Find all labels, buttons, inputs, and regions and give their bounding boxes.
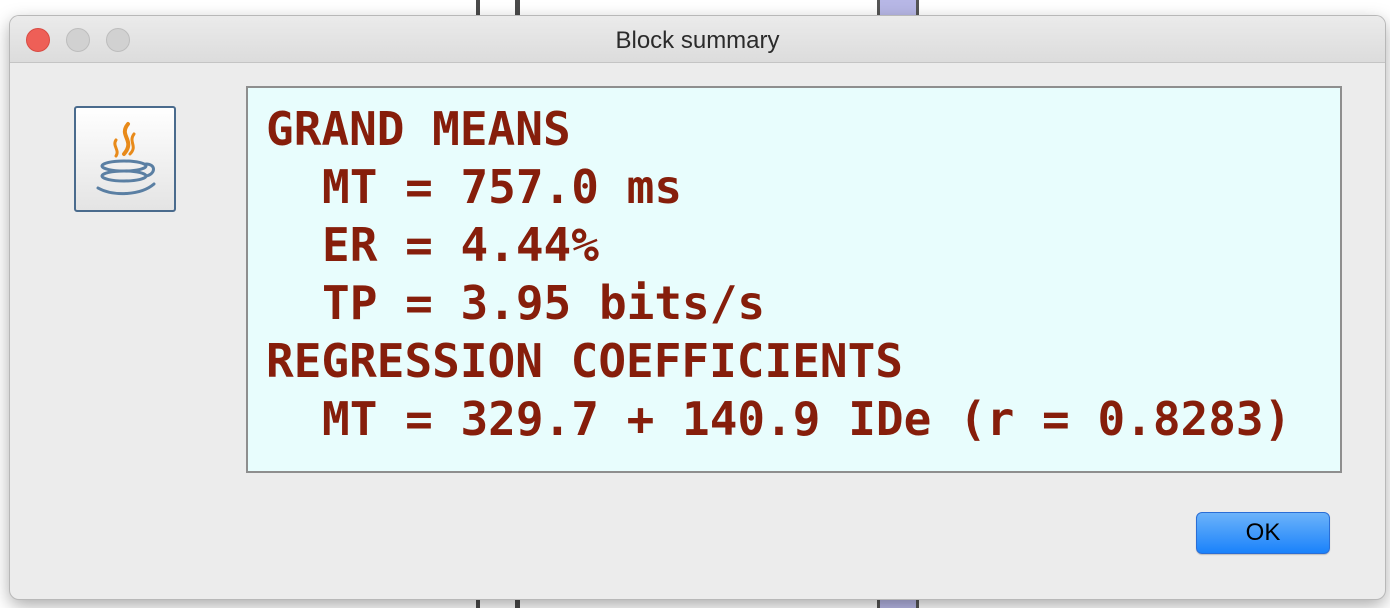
ok-button[interactable]: OK: [1196, 512, 1330, 554]
java-icon: [74, 106, 176, 212]
grand-means-heading: GRAND MEANS: [266, 102, 571, 156]
summary-text-area: GRAND MEANS MT = 757.0 ms ER = 4.44% TP …: [246, 86, 1342, 473]
block-summary-dialog: Block summary GRAND MEANS MT = 757.0 ms …: [10, 16, 1385, 599]
mt-value: MT = 757.0 ms: [322, 160, 683, 214]
summary-text: GRAND MEANS MT = 757.0 ms ER = 4.44% TP …: [266, 100, 1291, 448]
window-title: Block summary: [615, 27, 780, 54]
regression-equation: MT = 329.7 + 140.9 IDe (r = 0.8283): [322, 392, 1292, 446]
er-value: ER = 4.44%: [322, 218, 599, 272]
regression-heading: REGRESSION COEFFICIENTS: [266, 334, 903, 388]
title-bar[interactable]: Block summary: [10, 16, 1385, 63]
tp-value: TP = 3.95 bits/s: [322, 276, 766, 330]
